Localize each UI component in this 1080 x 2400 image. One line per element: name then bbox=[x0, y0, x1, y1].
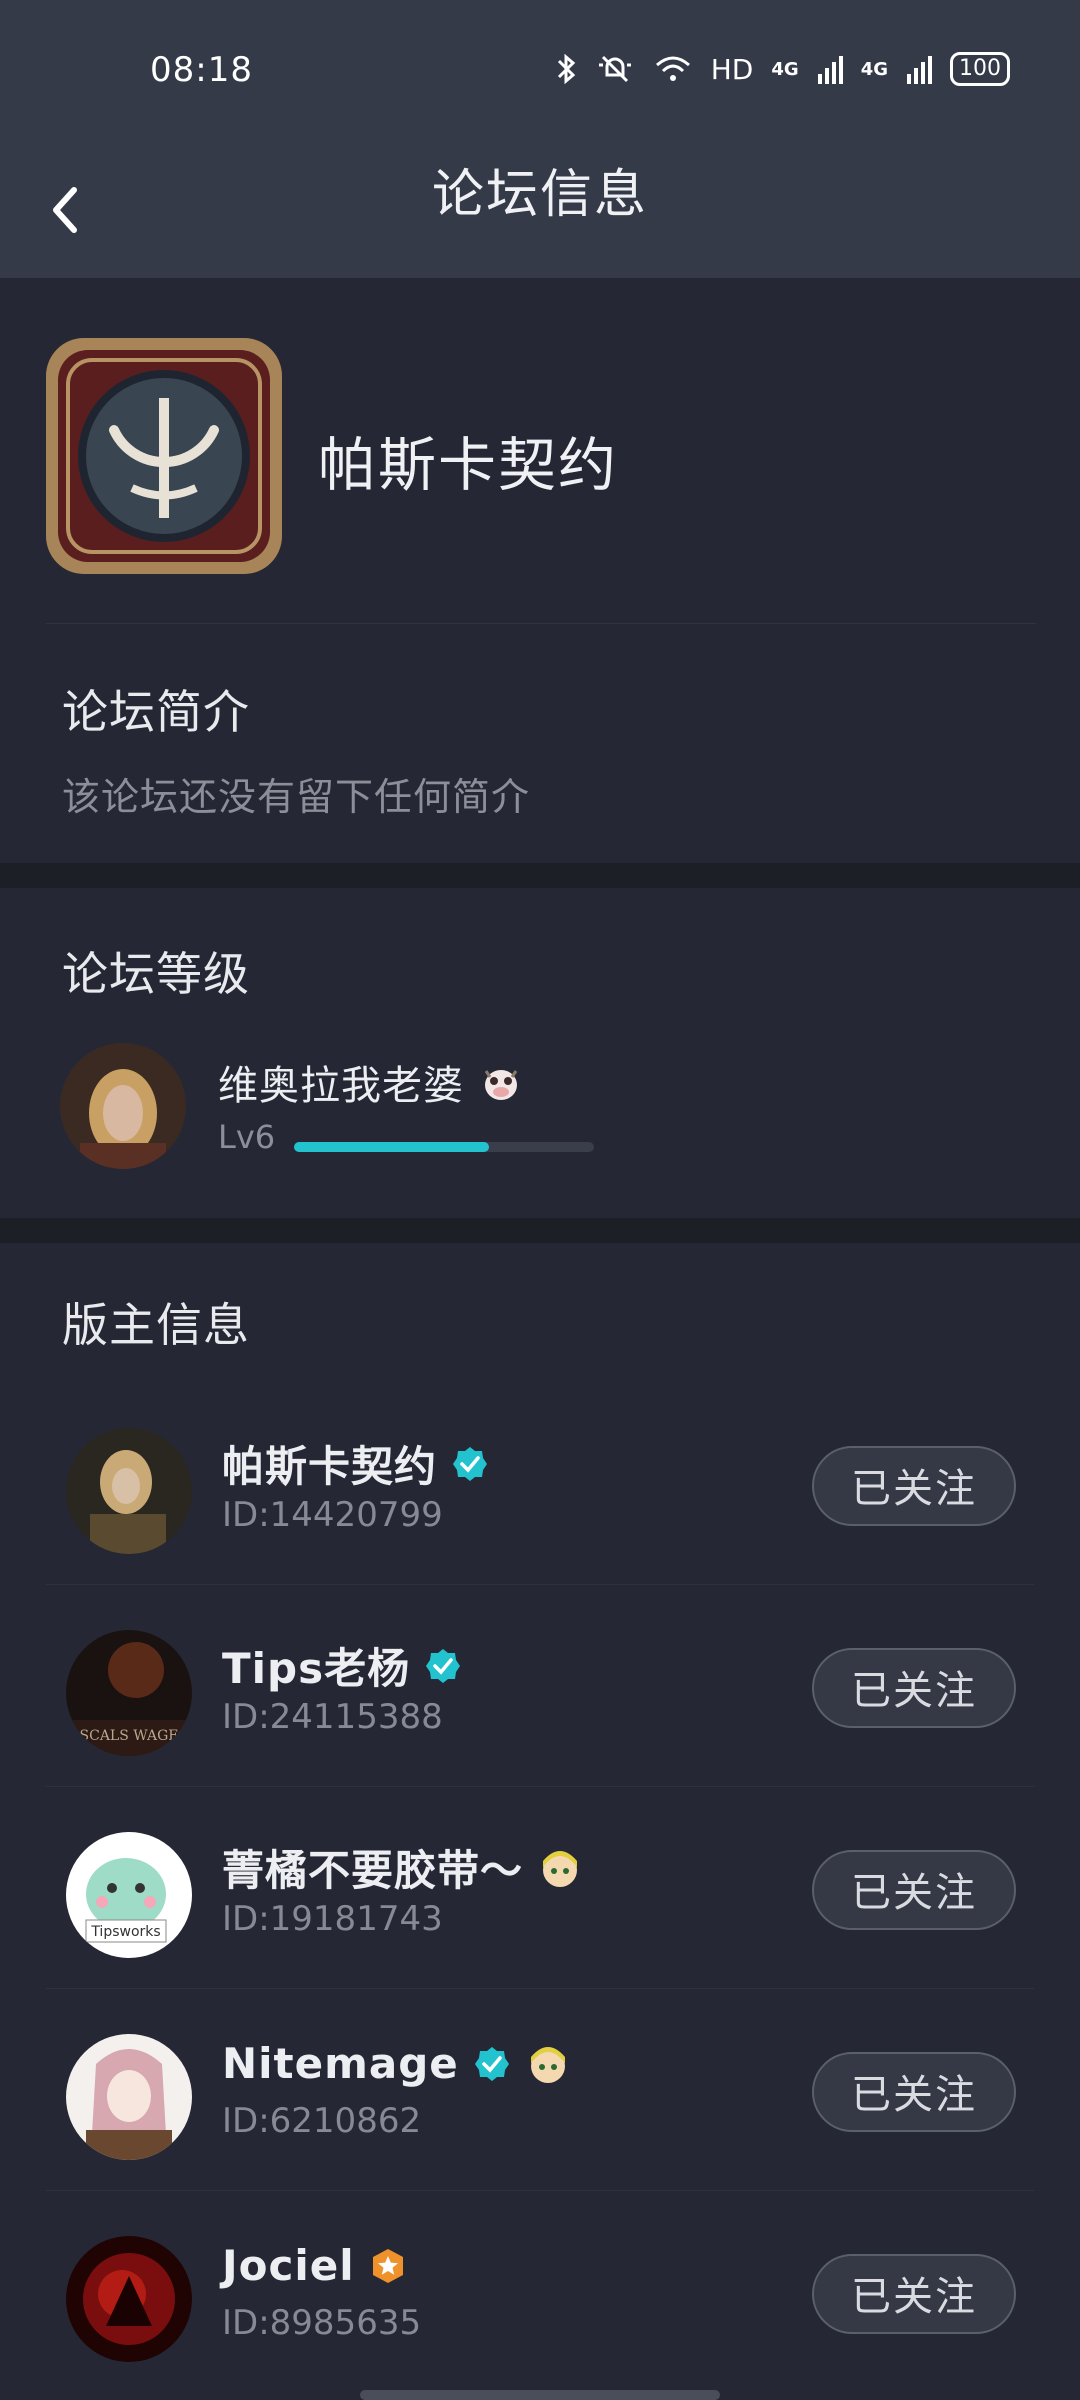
section-separator bbox=[0, 1218, 1080, 1243]
moderator-name: Jociel bbox=[222, 2241, 355, 2290]
page-title: 论坛信息 bbox=[431, 165, 648, 225]
moderator-name: 帕斯卡契约 bbox=[222, 1442, 438, 1491]
anime-girl-emoji-icon bbox=[530, 2046, 565, 2083]
status-bar: 08:18 HD 4G 4G 100 bbox=[0, 0, 1080, 140]
moderators-title: 版主信息 bbox=[62, 1298, 250, 1352]
svg-text:SCALS WAGE: SCALS WAGE bbox=[80, 1728, 179, 1744]
moderator-row[interactable]: Nitemage ID:6210862 已关注 bbox=[0, 1989, 1080, 2191]
section-separator bbox=[0, 863, 1080, 888]
avatar[interactable] bbox=[60, 1043, 186, 1169]
forum-logo[interactable] bbox=[46, 338, 282, 574]
moderator-name-row: 帕斯卡契约 bbox=[222, 1433, 489, 1494]
hd-indicator: HD bbox=[710, 52, 754, 86]
moderator-id: ID:8985635 bbox=[222, 2303, 422, 2343]
divider bbox=[46, 623, 1036, 624]
moderator-name: Nitemage bbox=[222, 2039, 459, 2088]
level-label: Lv6 bbox=[218, 1118, 276, 1156]
signal-icon-2 bbox=[907, 56, 932, 84]
star-badge-icon bbox=[372, 2248, 403, 2283]
network-type-1: 4G bbox=[771, 58, 799, 80]
moderator-name-row: 菁橘不要胶带～ bbox=[222, 1837, 583, 1898]
forum-info-card: 帕斯卡契约 论坛简介 该论坛还没有留下任何简介 bbox=[0, 278, 1080, 863]
network-type-2: 4G bbox=[860, 58, 888, 80]
follow-button[interactable]: 已关注 bbox=[812, 2052, 1016, 2132]
moderator-row[interactable]: SCALS WAGE Tips老杨 ID:24115388 已关注 bbox=[0, 1585, 1080, 1787]
level-progress-bar bbox=[294, 1142, 594, 1152]
moderator-row[interactable]: Jociel ID:8985635 已关注 bbox=[0, 2191, 1080, 2393]
follow-button[interactable]: 已关注 bbox=[812, 1850, 1016, 1930]
mute-bell-icon bbox=[598, 55, 631, 83]
moderator-name: 菁橘不要胶带～ bbox=[222, 1846, 524, 1895]
avatar[interactable] bbox=[66, 1428, 192, 1554]
forum-name: 帕斯卡契约 bbox=[318, 431, 619, 499]
battery-icon: 100 bbox=[950, 52, 1010, 86]
app-header: 论坛信息 bbox=[0, 140, 1080, 278]
moderator-id: ID:14420799 bbox=[222, 1495, 443, 1535]
moderator-row[interactable]: 帕斯卡契约 ID:14420799 已关注 bbox=[0, 1383, 1080, 1585]
wifi-icon bbox=[655, 56, 690, 81]
moderator-id: ID:6210862 bbox=[222, 2101, 422, 2141]
moderator-name-row: Jociel bbox=[222, 2241, 407, 2290]
level-user-name: 维奥拉我老婆 bbox=[218, 1063, 464, 1109]
forum-level-card: 论坛等级 维奥拉我老婆 Lv6 bbox=[0, 888, 1080, 1218]
verified-badge-icon bbox=[453, 1446, 488, 1481]
intro-title: 论坛简介 bbox=[62, 685, 250, 739]
follow-button[interactable]: 已关注 bbox=[812, 1648, 1016, 1728]
verified-badge-icon bbox=[426, 1648, 461, 1683]
intro-text: 该论坛还没有留下任何简介 bbox=[62, 775, 531, 819]
cow-emoji-icon bbox=[484, 1070, 518, 1100]
status-icons: HD 4G 4G 100 bbox=[555, 52, 1010, 86]
avatar[interactable] bbox=[66, 2034, 192, 2160]
anime-girl-emoji-icon bbox=[543, 1850, 578, 1887]
moderator-id: ID:24115388 bbox=[222, 1697, 443, 1737]
moderator-name: Tips老杨 bbox=[222, 1644, 411, 1693]
signal-icon-1 bbox=[817, 56, 843, 84]
level-user: 维奥拉我老婆 bbox=[218, 1053, 524, 1111]
moderators-card: 版主信息 帕斯卡契约 ID:14420799 已关注 SCALS WAGE Ti… bbox=[0, 1243, 1080, 2400]
level-progress-fill bbox=[294, 1142, 489, 1152]
svg-text:Tipsworks: Tipsworks bbox=[90, 1924, 160, 1940]
moderator-row[interactable]: Tipsworks 菁橘不要胶带～ ID:19181743 已关注 bbox=[0, 1787, 1080, 1989]
follow-button[interactable]: 已关注 bbox=[812, 2254, 1016, 2334]
status-time: 08:18 bbox=[150, 50, 253, 90]
bluetooth-icon bbox=[557, 53, 575, 85]
level-title: 论坛等级 bbox=[62, 947, 250, 1001]
avatar[interactable] bbox=[66, 2236, 192, 2362]
follow-button[interactable]: 已关注 bbox=[812, 1446, 1016, 1526]
avatar[interactable]: Tipsworks bbox=[66, 1832, 192, 1958]
moderator-name-row: Tips老杨 bbox=[222, 1635, 462, 1696]
home-indicator[interactable] bbox=[360, 2390, 720, 2400]
moderator-name-row: Nitemage bbox=[222, 2039, 571, 2088]
verified-badge-icon bbox=[474, 2046, 509, 2081]
avatar[interactable]: SCALS WAGE bbox=[66, 1630, 192, 1756]
moderator-id: ID:19181743 bbox=[222, 1899, 443, 1939]
